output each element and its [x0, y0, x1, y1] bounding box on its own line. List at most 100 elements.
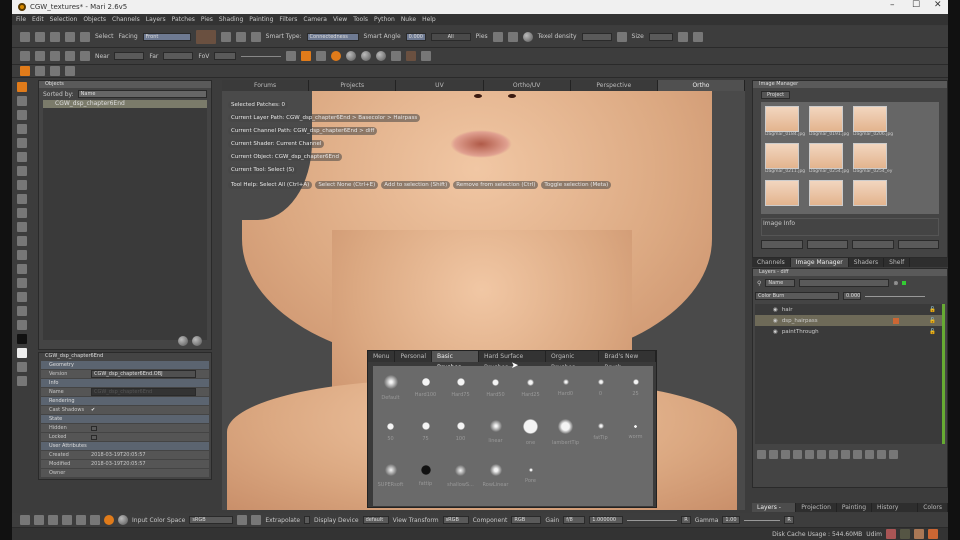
tool-6-icon[interactable]	[17, 152, 27, 162]
import-image-button[interactable]	[761, 240, 803, 249]
link-icon[interactable]	[35, 66, 45, 76]
lasso-icon[interactable]	[220, 31, 231, 42]
menu-file[interactable]: File	[16, 16, 26, 23]
size-icon[interactable]	[616, 31, 627, 42]
select-all-button[interactable]: All	[430, 32, 471, 41]
tab-image-manager[interactable]: Image Manager	[790, 258, 849, 267]
head-icon[interactable]	[286, 51, 297, 61]
rendering-section[interactable]: Rendering	[41, 397, 209, 405]
brush-tab-menu[interactable]: Menu	[368, 351, 396, 362]
gain-field[interactable]: 1.000000	[589, 516, 624, 524]
full-shading-icon[interactable]	[361, 51, 372, 61]
color-management-icon[interactable]	[104, 515, 114, 525]
tool-19-icon[interactable]	[17, 334, 27, 344]
status-icon-2[interactable]	[900, 529, 910, 539]
brush-tab-personal[interactable]: Personal	[395, 351, 432, 362]
minimize-button[interactable]: –	[890, 0, 895, 10]
grid-icon[interactable]	[391, 51, 402, 61]
copy-icon[interactable]	[677, 31, 688, 42]
brush-preset[interactable]: 50	[373, 410, 408, 454]
pie-grid-icon[interactable]	[507, 31, 518, 42]
version-dropdown[interactable]: CGW_dsp_chapter6End.OBJ	[91, 370, 196, 378]
tool-10-icon[interactable]	[17, 208, 27, 218]
layer-action-1-icon[interactable]	[757, 450, 766, 459]
status-icon-4[interactable]	[928, 529, 938, 539]
image-thumbnail[interactable]: Dagmar_0191.jpg	[809, 106, 853, 141]
menu-view[interactable]: View	[333, 16, 347, 23]
cube-icon[interactable]	[65, 51, 75, 61]
brush-preset[interactable]: lambertTip	[548, 410, 583, 454]
status-icon-3[interactable]	[914, 529, 924, 539]
visibility-eye-icon[interactable]: ◉	[773, 318, 778, 324]
lock-icon[interactable]: 🔓	[929, 307, 936, 313]
image-thumbnail[interactable]	[853, 180, 897, 210]
gamma-field[interactable]: 1.00	[722, 516, 741, 524]
tool-5-icon[interactable]	[17, 138, 27, 148]
tab-uv[interactable]: UV	[396, 80, 484, 91]
brush-tab-basic-brushes[interactable]: Basic Brushes	[432, 351, 480, 371]
zoom-icon[interactable]	[62, 515, 72, 525]
menu-nuke[interactable]: Nuke	[401, 16, 416, 23]
brush-preset[interactable]: SUPERsoft	[373, 454, 408, 498]
layer-action-2-icon[interactable]	[769, 450, 778, 459]
menu-help[interactable]: Help	[422, 16, 436, 23]
tool-4-icon[interactable]	[17, 124, 27, 134]
state-section[interactable]: State	[41, 415, 209, 423]
layer-action-8-icon[interactable]	[841, 450, 850, 459]
nodes-icon[interactable]	[65, 66, 75, 76]
tool-20-icon[interactable]	[17, 348, 27, 358]
frame-icon[interactable]	[50, 51, 60, 61]
lock-icon[interactable]: 🔓	[929, 318, 936, 324]
open-image-button[interactable]	[852, 240, 894, 249]
layer-mask-icon[interactable]	[893, 317, 900, 324]
brush-preset[interactable]: Hard50	[478, 366, 513, 410]
image-thumbnail[interactable]: Dagmar_0184.jpg	[765, 106, 809, 141]
layer-action-11-icon[interactable]	[877, 450, 886, 459]
tool-13-icon[interactable]	[17, 250, 27, 260]
image-thumbnail[interactable]: Dagmar_0254.jpg	[809, 143, 853, 178]
brush-preset[interactable]: 100	[443, 410, 478, 454]
brush-preset[interactable]: Hard0	[548, 366, 583, 410]
tool-14-icon[interactable]	[17, 264, 27, 274]
brush-preset[interactable]: RowLinear	[478, 454, 513, 498]
cast-shadows-checkbox[interactable]: ✔	[91, 407, 95, 413]
remove-image-button[interactable]	[897, 240, 939, 249]
menu-channels[interactable]: Channels	[112, 16, 140, 23]
layer-action-7-icon[interactable]	[829, 450, 838, 459]
objects-action-icon[interactable]	[178, 336, 188, 346]
flat-shading-icon[interactable]	[331, 51, 342, 61]
visibility-eye-icon[interactable]: ◉	[773, 329, 778, 335]
brush-preset[interactable]: fatTip	[583, 410, 618, 454]
tool-15-icon[interactable]	[17, 278, 27, 288]
palette-icon[interactable]	[20, 66, 30, 76]
fov-field[interactable]	[214, 52, 237, 60]
brush-preset[interactable]: Hard75	[443, 366, 478, 410]
menu-selection[interactable]: Selection	[50, 16, 78, 23]
tool-21-icon[interactable]	[17, 362, 27, 372]
image-thumbnail[interactable]	[765, 180, 809, 210]
brush-preset[interactable]: 0	[583, 366, 618, 410]
menu-edit[interactable]: Edit	[32, 16, 44, 23]
brush-preset[interactable]: 25	[618, 366, 653, 410]
image-thumbnail[interactable]	[809, 180, 853, 210]
image-thumbnail[interactable]: Dagmar_0206.jpg	[853, 106, 897, 141]
export-image-button[interactable]	[806, 240, 848, 249]
menu-objects[interactable]: Objects	[83, 16, 106, 23]
uv-icon[interactable]	[316, 51, 327, 61]
project-tab[interactable]: Project	[761, 91, 791, 99]
brush-preset[interactable]: Default	[373, 366, 408, 410]
layer-action-4-icon[interactable]	[793, 450, 802, 459]
visibility-eye-icon[interactable]: ◉	[773, 307, 778, 313]
brush-preset[interactable]: Pore	[513, 454, 548, 498]
tool-16-icon[interactable]	[17, 292, 27, 302]
geometry-section[interactable]: Geometry	[41, 361, 209, 369]
menu-painting[interactable]: Painting	[249, 16, 273, 23]
sorted-by-dropdown[interactable]: Name	[77, 90, 207, 98]
layer-action-10-icon[interactable]	[865, 450, 874, 459]
tab-shelf[interactable]: Shelf	[884, 258, 911, 267]
save-icon[interactable]	[50, 31, 60, 42]
menu-layers[interactable]: Layers	[146, 16, 166, 23]
tab-ortho[interactable]: Ortho	[657, 80, 746, 91]
file-icon[interactable]	[237, 515, 248, 525]
tool-17-icon[interactable]	[17, 306, 27, 316]
